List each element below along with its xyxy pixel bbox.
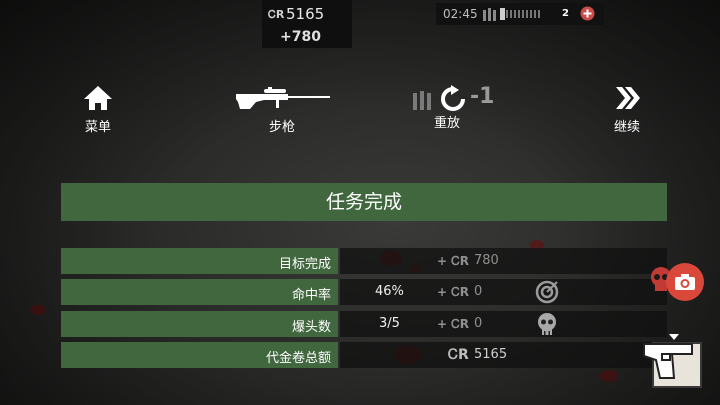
weapon-select-button[interactable]: [643, 342, 702, 388]
add-icon[interactable]: [580, 6, 595, 21]
mission-complete-banner: 任务完成: [61, 183, 667, 221]
menu-button[interactable]: 菜单: [70, 84, 126, 135]
lives-count: 2: [562, 8, 569, 19]
stat-currency: ᏟR: [448, 347, 469, 363]
continue-button[interactable]: 继续: [600, 84, 654, 135]
credits-value: 5165: [286, 5, 325, 23]
stat-row-label: 命中率: [61, 279, 338, 305]
stat-row-value: 3/5 + ᏟR 0: [340, 311, 667, 337]
replay-label: 重放: [433, 116, 460, 131]
home-icon: [84, 86, 112, 110]
stat-row-value: + ᏟR 780: [340, 248, 667, 274]
menu-label: 菜单: [84, 120, 111, 135]
double-chevron-right-icon: [616, 87, 640, 109]
reload-icon: [441, 85, 465, 111]
stat-row-value: 46% + ᏟR 0: [340, 279, 667, 305]
stat-value: 46%: [375, 284, 404, 299]
banner-title: 任务完成: [325, 191, 402, 213]
ammo-cartridge-icon: [413, 91, 431, 110]
stat-amount: 0: [474, 284, 483, 299]
pistol-icon: [643, 343, 693, 379]
target-icon: [535, 280, 559, 304]
status-bar: 02:45 2: [436, 3, 604, 25]
stat-label: 目标完成: [278, 257, 331, 272]
stat-currency: + ᏟR: [437, 285, 470, 299]
stat-row-label: 代金卷总额: [61, 342, 338, 368]
stat-amount: 5165: [474, 347, 508, 362]
stat-row-label: 目标完成: [61, 248, 338, 274]
stat-amount: 0: [474, 316, 483, 331]
stat-row-value: ᏟR 5165: [340, 342, 667, 368]
stat-row-label: 爆头数: [61, 311, 338, 337]
reload-cost: -1: [470, 84, 495, 109]
stat-label: 命中率: [291, 288, 331, 303]
camera-button[interactable]: [666, 263, 704, 301]
ammo-bar: [500, 8, 540, 20]
rifle-label: 步枪: [268, 120, 295, 135]
rifle-button[interactable]: 步枪: [232, 84, 332, 135]
stat-label: 代金卷总额: [265, 351, 331, 366]
timer: 02:45: [443, 7, 478, 21]
stat-currency: + ᏟR: [437, 254, 470, 268]
credits-panel: ᏟR 5165 +780: [262, 0, 352, 48]
currency-symbol: ᏟR: [268, 8, 285, 21]
stat-amount: 780: [474, 253, 499, 268]
ammo-icon: [483, 8, 496, 21]
camera-icon: [675, 274, 695, 290]
continue-label: 继续: [613, 120, 640, 135]
stat-currency: + ᏟR: [437, 317, 470, 331]
rifle-icon: [236, 87, 330, 109]
skull-icon: [538, 313, 556, 335]
replay-button[interactable]: -1 重放: [408, 84, 498, 131]
credits-gain: +780: [280, 29, 321, 45]
stat-label: 爆头数: [291, 320, 331, 335]
stat-value: 3/5: [379, 316, 400, 331]
